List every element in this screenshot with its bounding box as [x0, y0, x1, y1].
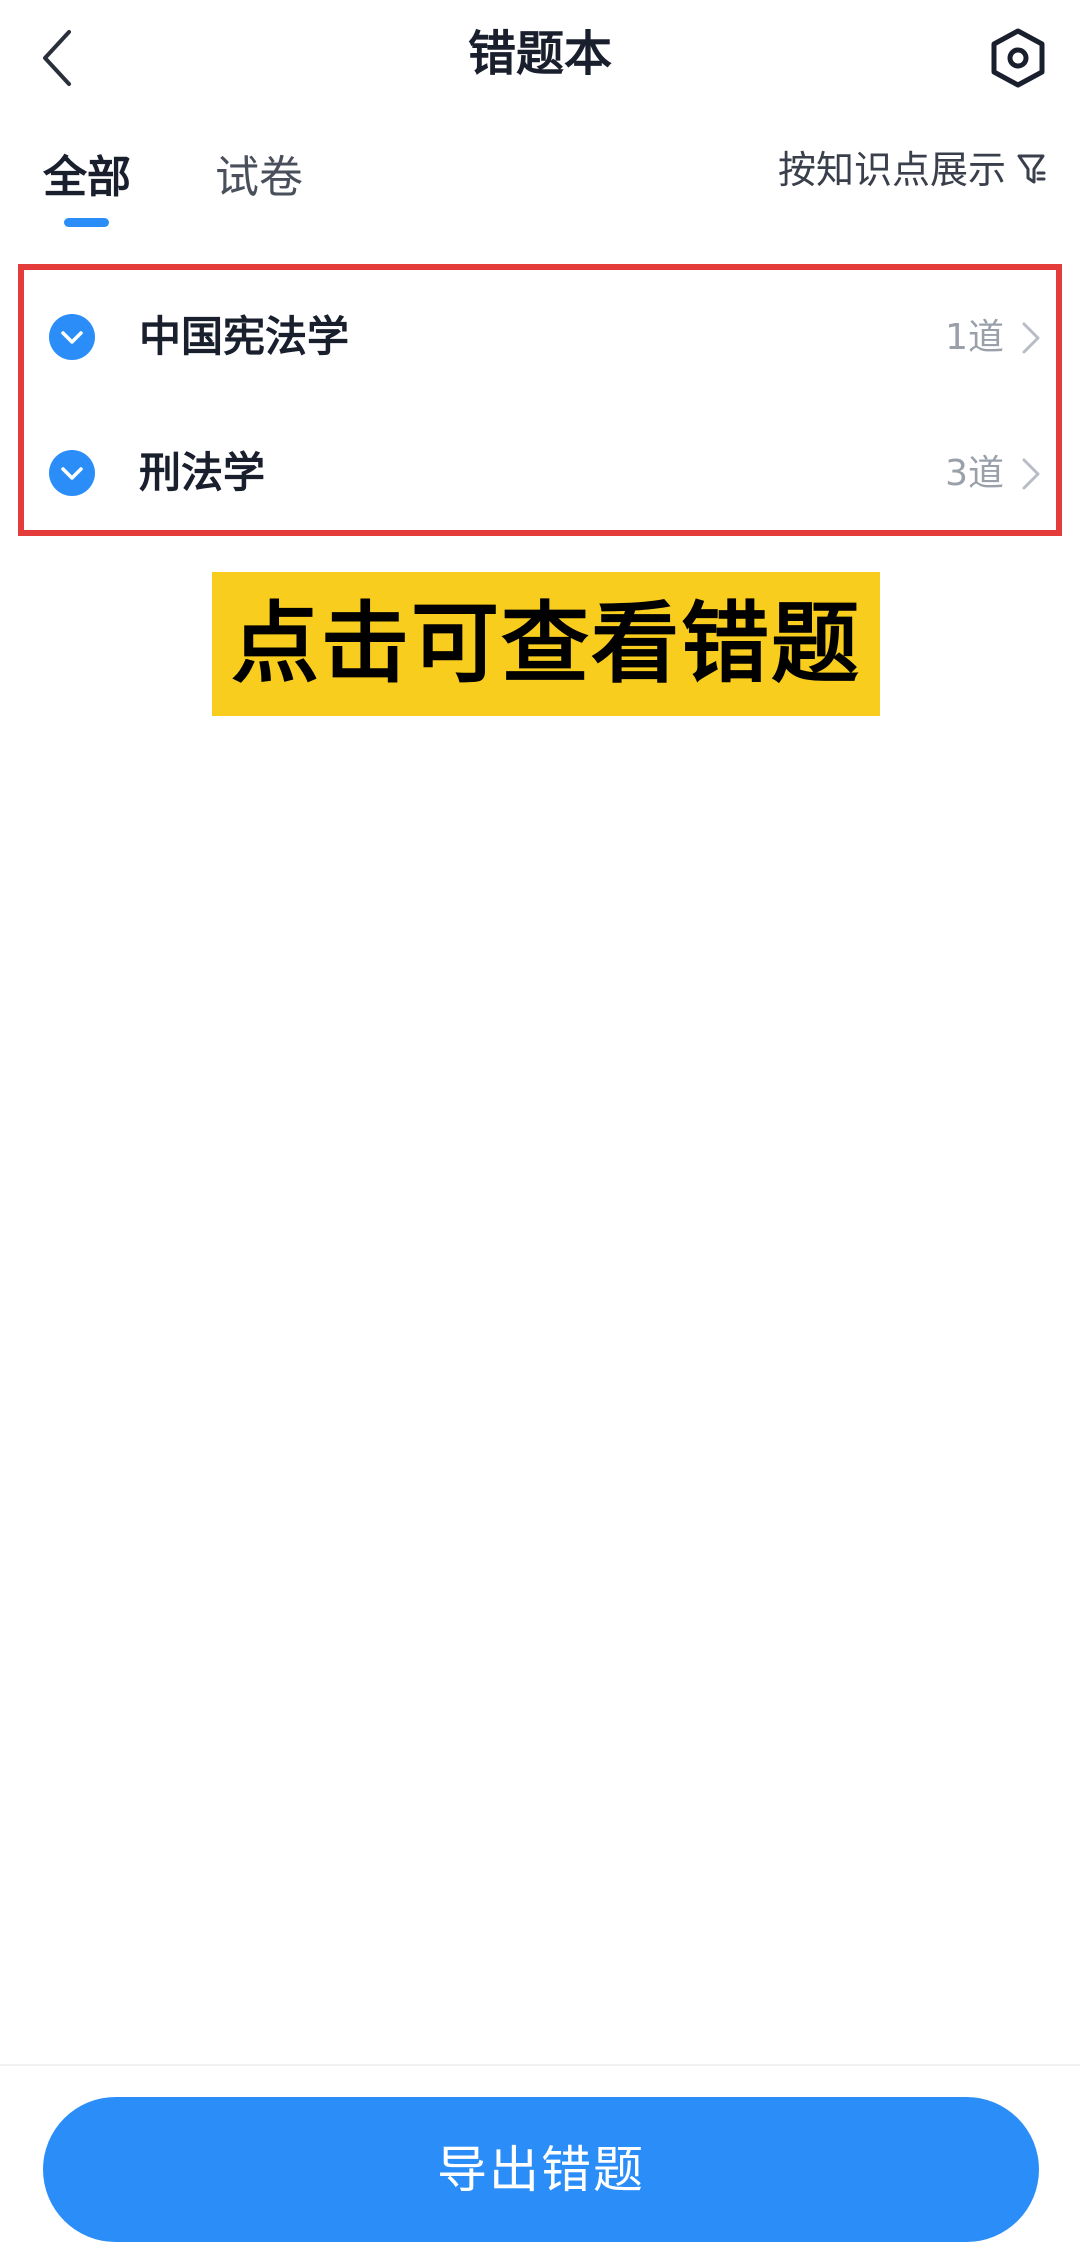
- subject-name: 刑法学: [139, 448, 266, 497]
- tab-all[interactable]: 全部: [43, 148, 131, 208]
- annotation-text: 点击可查看错题: [230, 592, 861, 695]
- question-count: 1道: [945, 317, 1004, 358]
- export-mistakes-button[interactable]: 导出错题: [43, 2097, 1039, 2242]
- active-tab-indicator: [64, 218, 109, 227]
- list-item-subject[interactable]: 刑法学 3道: [24, 406, 1056, 538]
- chevron-down-circle-icon[interactable]: [49, 314, 95, 360]
- chevron-right-icon: [1022, 322, 1040, 354]
- tab-paper[interactable]: 试卷: [215, 148, 303, 208]
- subject-list: 中国宪法学 1道 刑法学 3道: [18, 264, 1062, 536]
- filter-label: 按知识点展示: [777, 148, 1006, 192]
- export-button-label: 导出错题: [437, 2140, 645, 2199]
- page-title: 错题本: [467, 26, 612, 82]
- tab-bar: 全部 试卷 按知识点展示: [0, 130, 1080, 240]
- chevron-right-icon: [1022, 458, 1040, 490]
- annotation-banner: 点击可查看错题: [212, 572, 880, 716]
- footer-divider: [0, 2064, 1080, 2066]
- settings-button[interactable]: [978, 18, 1058, 98]
- top-bar: 错题本: [0, 0, 1080, 110]
- filter-icon: [1017, 154, 1046, 184]
- list-item-subject[interactable]: 中国宪法学 1道: [24, 270, 1056, 402]
- question-count: 3道: [945, 453, 1004, 494]
- chevron-down-circle-icon[interactable]: [49, 450, 95, 496]
- subject-name: 中国宪法学: [139, 312, 350, 361]
- hexagon-settings-icon: [991, 28, 1045, 88]
- filter-by-knowledge-point-button[interactable]: 按知识点展示: [778, 142, 1046, 198]
